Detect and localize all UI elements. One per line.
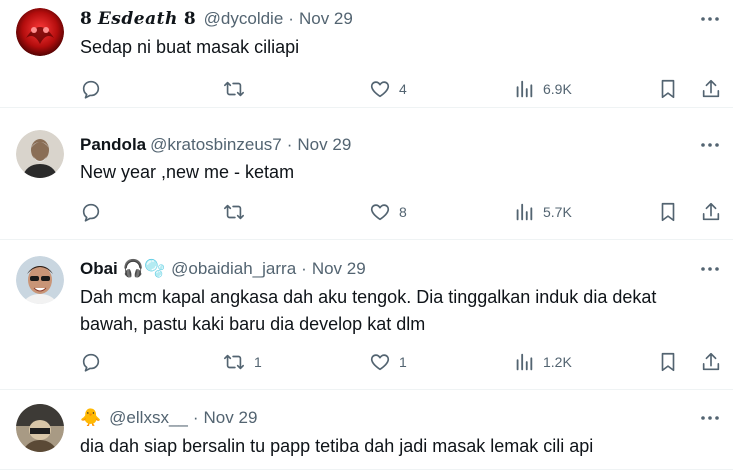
- avatar[interactable]: [16, 404, 64, 452]
- heart-icon: [370, 81, 390, 98]
- tweet-actions: 4 6.9K: [80, 77, 723, 101]
- tweet[interactable]: Pandola @kratosbinzeus7 · Nov 29 New yea…: [0, 108, 733, 240]
- timeline-feed: 8 Esdeath 8 @dycoldie · Nov 29 Sedap ni …: [0, 0, 733, 470]
- user-handle[interactable]: @obaidiah_jarra: [171, 259, 296, 279]
- user-handle[interactable]: @dycoldie: [204, 9, 284, 29]
- avatar[interactable]: [16, 256, 64, 304]
- separator-dot: ·: [192, 408, 199, 427]
- bookmark-icon: [661, 352, 675, 372]
- display-name[interactable]: Pandola: [80, 135, 146, 155]
- more-options-icon[interactable]: [699, 10, 721, 28]
- tweet-text: New year ,new me - ketam: [80, 162, 295, 182]
- tweet-header: Pandola @kratosbinzeus7 · Nov 29: [80, 134, 351, 156]
- like-button[interactable]: 8: [369, 200, 407, 224]
- heart-icon: [370, 204, 390, 221]
- share-button[interactable]: [700, 350, 722, 374]
- views-count: 6.9K: [543, 81, 572, 97]
- more-options-icon[interactable]: [699, 136, 721, 154]
- tweet-text: Sedap ni buat masak ciliapi: [80, 37, 300, 57]
- tweet-date[interactable]: Nov 29: [312, 259, 366, 279]
- display-name[interactable]: 🐥: [80, 408, 101, 428]
- avatar[interactable]: [16, 8, 64, 56]
- analytics-icon: [516, 80, 533, 98]
- tweet-header: 8 Esdeath 8 @dycoldie · Nov 29: [80, 8, 353, 30]
- separator-dot: ·: [286, 135, 293, 154]
- more-options-icon[interactable]: [699, 409, 721, 427]
- share-button[interactable]: [700, 77, 722, 101]
- retweet-button[interactable]: [222, 77, 246, 101]
- analytics-icon: [516, 353, 533, 371]
- like-count: 4: [399, 81, 407, 97]
- tweet[interactable]: 8 Esdeath 8 @dycoldie · Nov 29 Sedap ni …: [0, 0, 733, 108]
- views-button[interactable]: 6.9K: [513, 77, 572, 101]
- reply-icon: [82, 80, 100, 99]
- tweet-date[interactable]: Nov 29: [297, 135, 351, 155]
- avatar[interactable]: [16, 130, 64, 178]
- bookmark-icon: [661, 202, 675, 222]
- name-suffix: 8: [183, 9, 196, 29]
- reply-button[interactable]: [80, 200, 102, 224]
- reply-button[interactable]: [80, 77, 102, 101]
- tweet-text: Dah mcm kapal angkasa dah aku tengok. Di…: [80, 287, 657, 334]
- views-button[interactable]: 5.7K: [513, 200, 572, 224]
- retweet-icon: [224, 204, 244, 220]
- user-handle[interactable]: @kratosbinzeus7: [150, 135, 282, 155]
- analytics-icon: [516, 203, 533, 221]
- share-icon: [702, 352, 720, 371]
- tweet-header: Obai 🎧🫧 @obaidiah_jarra · Nov 29: [80, 258, 366, 280]
- heart-icon: [370, 354, 390, 371]
- views-count: 1.2K: [543, 354, 572, 370]
- share-button[interactable]: [700, 200, 722, 224]
- like-button[interactable]: 4: [369, 77, 407, 101]
- tweet[interactable]: Obai 🎧🫧 @obaidiah_jarra · Nov 29 Dah mcm…: [0, 240, 733, 390]
- bookmark-button[interactable]: [657, 77, 679, 101]
- retweet-icon: [224, 81, 244, 97]
- like-count: 1: [399, 354, 407, 370]
- like-button[interactable]: 1: [369, 350, 407, 374]
- separator-dot: ·: [301, 259, 307, 278]
- like-count: 8: [399, 204, 407, 220]
- retweet-count: 1: [254, 354, 262, 370]
- display-name[interactable]: Obai: [80, 259, 118, 279]
- views-count: 5.7K: [543, 204, 572, 220]
- separator-dot: ·: [288, 9, 294, 28]
- views-button[interactable]: 1.2K: [513, 350, 572, 374]
- share-icon: [702, 202, 720, 221]
- user-handle[interactable]: @ellxsx__: [109, 408, 188, 428]
- tweet-actions: 1 1 1.2K: [80, 350, 723, 374]
- reply-icon: [82, 353, 100, 372]
- reply-button[interactable]: [80, 350, 102, 374]
- tweet[interactable]: 🐥 @ellxsx__ · Nov 29 dia dah siap bersal…: [0, 390, 733, 470]
- more-options-icon[interactable]: [699, 260, 721, 278]
- bookmark-button[interactable]: [657, 200, 679, 224]
- reply-icon: [82, 203, 100, 222]
- name-main: Esdeath: [97, 9, 178, 29]
- headphones-bubbles-emoji: 🎧🫧: [122, 259, 166, 278]
- name-prefix: 8: [80, 9, 92, 29]
- retweet-icon: [224, 354, 244, 370]
- share-icon: [702, 79, 720, 98]
- tweet-text: dia dah siap bersalin tu papp tetiba dah…: [80, 436, 594, 456]
- bookmark-button[interactable]: [657, 350, 679, 374]
- display-name[interactable]: 8 Esdeath 8: [80, 9, 196, 29]
- retweet-button[interactable]: 1: [222, 350, 262, 374]
- tweet-date[interactable]: Nov 29: [204, 408, 258, 428]
- retweet-button[interactable]: [222, 200, 246, 224]
- tweet-header: 🐥 @ellxsx__ · Nov 29: [80, 407, 257, 429]
- tweet-date[interactable]: Nov 29: [299, 9, 353, 29]
- bookmark-icon: [661, 79, 675, 99]
- tweet-actions: 8 5.7K: [80, 200, 723, 224]
